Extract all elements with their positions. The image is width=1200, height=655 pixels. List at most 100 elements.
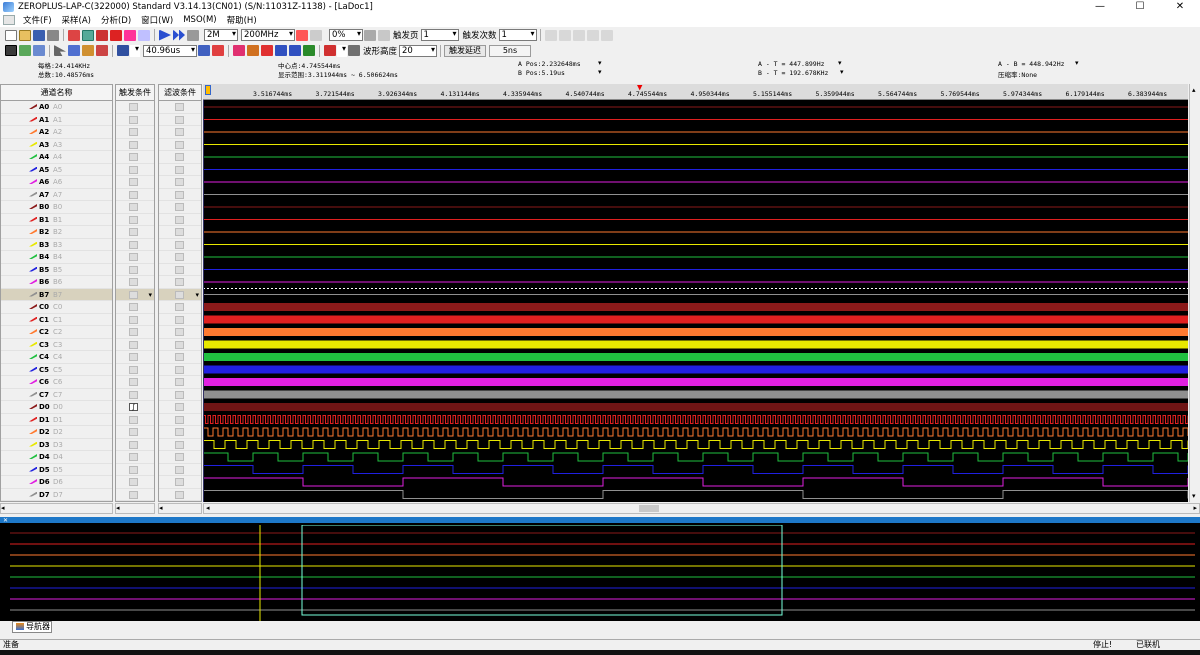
document-icon[interactable]: [3, 15, 15, 25]
waveform-vscroll[interactable]: ▴ ▾: [1189, 84, 1200, 502]
trigger-marker-icon[interactable]: [205, 85, 211, 95]
report-icon[interactable]: [324, 45, 336, 56]
channel-row[interactable]: C6 C6: [1, 376, 112, 389]
trigger-cell[interactable]: [116, 476, 154, 489]
waveform-canvas[interactable]: [202, 84, 1189, 502]
trigger-checkbox[interactable]: [129, 240, 138, 249]
trigger-checkbox[interactable]: [129, 203, 138, 211]
trigger-cell[interactable]: [116, 451, 154, 464]
filter-checkbox[interactable]: [175, 415, 184, 424]
filter-cell[interactable]: [159, 114, 201, 126]
trigger-arrows-icon[interactable]: [364, 29, 376, 41]
zoom-in-icon[interactable]: [68, 45, 80, 56]
trigger-cell[interactable]: ∫: [116, 401, 154, 414]
filter-checkbox[interactable]: [175, 140, 184, 149]
trigger-count-select[interactable]: 1: [498, 29, 537, 41]
filter-condition-header[interactable]: 滤波条件: [159, 85, 201, 101]
grid-icon[interactable]: [82, 29, 94, 41]
filter-checkbox[interactable]: [175, 265, 184, 274]
trigger-cell[interactable]: [116, 214, 154, 226]
channel-row[interactable]: A1 A1: [1, 114, 112, 126]
trigger-cell[interactable]: [116, 201, 154, 214]
trigger-checkbox[interactable]: [129, 303, 138, 311]
channel-row[interactable]: D3 D3: [1, 439, 112, 451]
trigger-cell[interactable]: [116, 276, 154, 289]
filter-cell[interactable]: [159, 139, 201, 151]
channel-row[interactable]: B0 B0: [1, 201, 112, 214]
channel-row[interactable]: B3 B3: [1, 239, 112, 251]
menu-analysis[interactable]: 分析(D): [96, 14, 136, 26]
channel-row[interactable]: B4 B4: [1, 251, 112, 264]
channel-row[interactable]: A2 A2: [1, 126, 112, 139]
center-marker-icon[interactable]: ▼: [637, 83, 642, 93]
filter-cell[interactable]: [159, 314, 201, 326]
b-t-dropdown[interactable]: ▾: [840, 68, 844, 76]
filter-checkbox[interactable]: [175, 465, 184, 474]
filter-cell[interactable]: [159, 176, 201, 189]
trigger-cell[interactable]: [116, 264, 154, 276]
trigger-hscroll[interactable]: ◂: [115, 503, 155, 514]
maximize-button[interactable]: ☐: [1120, 0, 1160, 13]
filter-checkbox[interactable]: [175, 215, 184, 224]
channel-row[interactable]: D7 D7: [1, 489, 112, 501]
filter-cell[interactable]: [159, 126, 201, 139]
filter-cell[interactable]: [159, 389, 201, 401]
run-icon[interactable]: [159, 29, 171, 41]
channel-row[interactable]: C0 C0: [1, 301, 112, 314]
zoom-out-icon[interactable]: [198, 45, 210, 56]
trigger-cell[interactable]: [116, 114, 154, 126]
filter-cell[interactable]: [159, 351, 201, 364]
filter-checkbox[interactable]: [175, 428, 184, 436]
filter-checkbox[interactable]: [175, 303, 184, 311]
trigger-checkbox[interactable]: [129, 365, 138, 374]
channel-row[interactable]: B5 B5: [1, 264, 112, 276]
search-prev-icon[interactable]: [275, 45, 287, 56]
filter-cell[interactable]: [159, 201, 201, 214]
waveform-area[interactable]: [202, 84, 1189, 502]
filter-cell[interactable]: [159, 239, 201, 251]
cursor-icon[interactable]: [54, 45, 66, 56]
a-pos-dropdown[interactable]: ▾: [598, 59, 602, 67]
trigger-checkbox[interactable]: [129, 490, 138, 499]
filter-checkbox[interactable]: [175, 228, 184, 236]
navigator-close-icon[interactable]: ✕: [3, 517, 8, 524]
close-button[interactable]: ✕: [1160, 0, 1200, 13]
filter-cell[interactable]: [159, 476, 201, 489]
filter-cell[interactable]: [159, 364, 201, 376]
edge-icon[interactable]: [124, 29, 136, 41]
trigger-cell[interactable]: [116, 426, 154, 439]
filter-checkbox[interactable]: [175, 328, 184, 336]
trigger-condition-header[interactable]: 触发条件: [116, 85, 154, 101]
filter-checkbox[interactable]: [175, 378, 184, 386]
channel-row[interactable]: A4 A4: [1, 151, 112, 164]
mode-icon[interactable]: [310, 29, 322, 41]
monitor-icon[interactable]: [138, 29, 150, 41]
sample-mode-icon[interactable]: [296, 29, 308, 41]
trigger-checkbox[interactable]: [129, 253, 138, 261]
hand-icon[interactable]: [82, 45, 94, 56]
filter-dropdown-icon[interactable]: ▾: [195, 289, 199, 301]
a-t-dropdown[interactable]: ▾: [838, 59, 842, 67]
filter-cell[interactable]: [159, 164, 201, 176]
trigger-cell[interactable]: [116, 139, 154, 151]
new-file-icon[interactable]: [5, 29, 17, 41]
trigger-checkbox[interactable]: [129, 228, 138, 236]
navigator-panel[interactable]: ✕: [0, 517, 1200, 621]
trigger-cell[interactable]: ▾: [116, 288, 154, 301]
filter-checkbox[interactable]: [175, 490, 184, 499]
menu-help[interactable]: 帮助(H): [222, 14, 262, 26]
channel-row[interactable]: A0 A0: [1, 101, 112, 114]
rising-edge-icon[interactable]: ∫: [129, 403, 138, 411]
open-folder-icon[interactable]: [19, 29, 31, 41]
run-repeat-icon[interactable]: [173, 29, 185, 41]
filter-cell[interactable]: [159, 326, 201, 339]
time-div-select[interactable]: 40.96us: [143, 44, 197, 57]
filter-checkbox[interactable]: [175, 340, 184, 349]
filter-checkbox[interactable]: [175, 128, 184, 136]
filter-cell[interactable]: ▾: [159, 288, 201, 301]
filter-checkbox[interactable]: [175, 103, 184, 111]
color-icon[interactable]: [117, 45, 129, 56]
wave-height-select[interactable]: 20: [399, 44, 438, 57]
trigger-checkbox[interactable]: [129, 340, 138, 349]
channel-row[interactable]: B7 B7: [1, 288, 112, 301]
